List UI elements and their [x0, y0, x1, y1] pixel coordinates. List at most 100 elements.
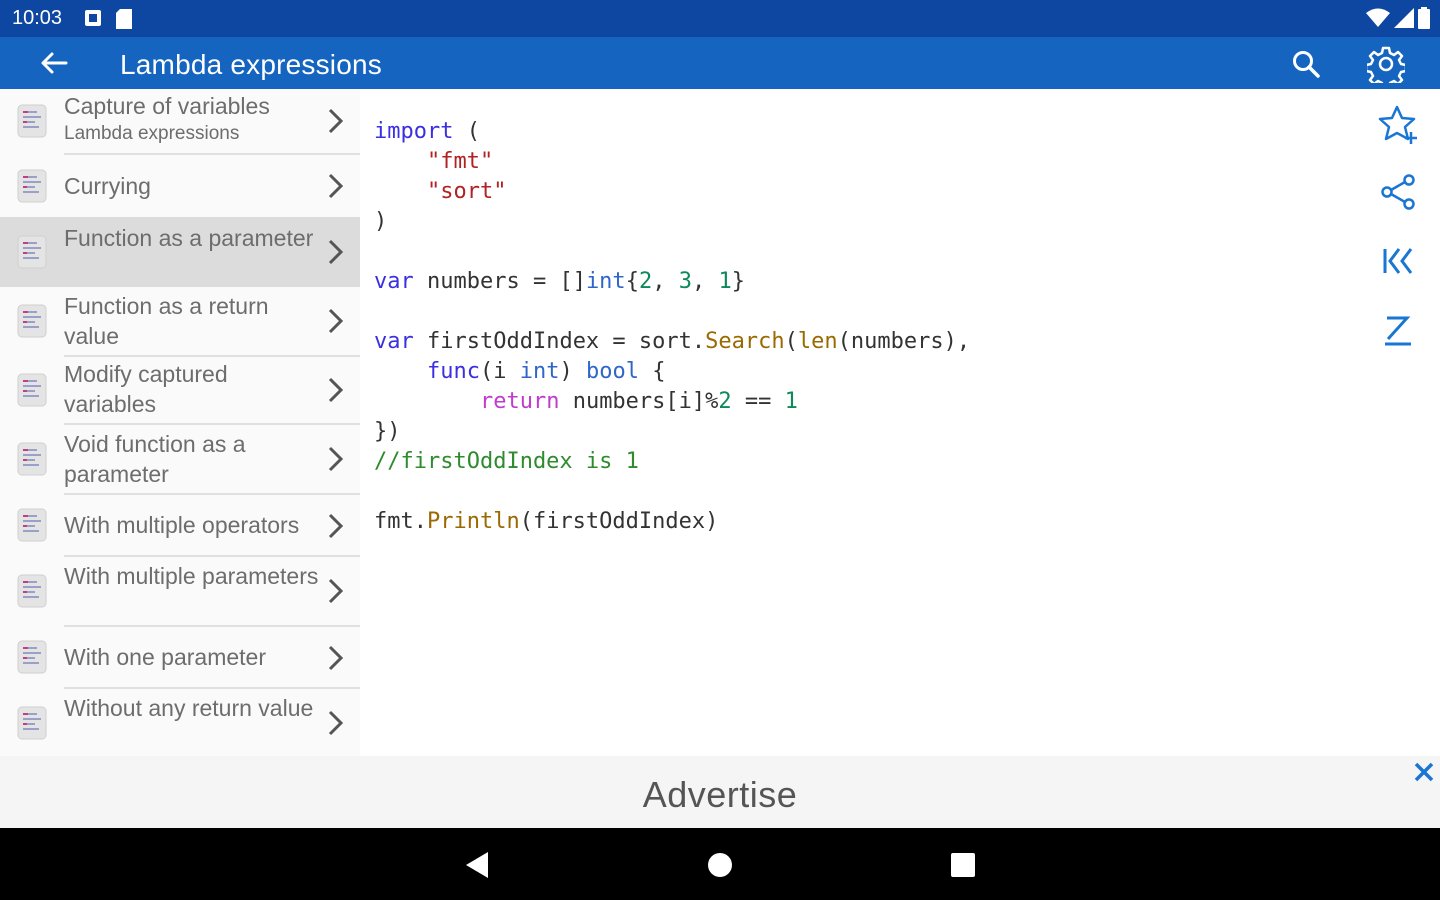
code-file-icon [16, 573, 48, 609]
code-file-icon [16, 372, 48, 408]
list-item[interactable]: Currying [0, 155, 360, 217]
code-token: }) [374, 419, 401, 444]
code-token: int [519, 359, 560, 384]
code-token: //firstOddIndex is 1 [374, 449, 639, 474]
code-line: //firstOddIndex is 1 [374, 447, 970, 477]
list-item[interactable]: Void function as a parameter [0, 425, 360, 493]
chevron-right-icon [324, 375, 348, 405]
back-button[interactable] [34, 45, 74, 81]
search-button[interactable] [1286, 44, 1326, 84]
item-label: Currying [64, 173, 151, 199]
code-token: , [652, 269, 679, 294]
code-token: func [426, 359, 480, 384]
code-token: 2 [718, 389, 732, 414]
skip-first-icon [1383, 248, 1413, 274]
gear-icon [1367, 46, 1405, 83]
code-token: } [731, 269, 745, 294]
chevron-right-icon [324, 708, 348, 738]
code-token: firstOddIndex = sort. [413, 329, 706, 354]
code-token: == [731, 389, 785, 414]
code-token: Search [705, 329, 785, 354]
sort-icon [1385, 316, 1411, 346]
code-line: import ( [374, 117, 970, 147]
sd-card-icon [116, 9, 132, 29]
topic-list: Capture of variables Lambda expressions C… [0, 89, 360, 756]
code-token: ( [453, 119, 480, 144]
wifi-icon [1366, 8, 1390, 27]
code-file-icon [16, 705, 48, 741]
chevron-right-icon [324, 643, 348, 673]
chevron-right-icon [324, 306, 348, 336]
code-token: { [638, 359, 666, 384]
ad-close-button[interactable] [1410, 758, 1438, 786]
list-item[interactable]: Without any return value [0, 689, 360, 756]
list-item[interactable]: With one parameter [0, 627, 360, 687]
item-label: Without any return value [64, 695, 314, 721]
code-token: var [374, 269, 414, 294]
list-item[interactable]: Modify captured variables [0, 357, 360, 423]
code-token: fmt. [374, 509, 427, 534]
code-line: return numbers[i]%2 == 1 [374, 387, 970, 417]
code-token: 3 [678, 269, 692, 294]
triangle-back-icon [466, 852, 488, 878]
code-token: { [625, 269, 639, 294]
app-bar: Lambda expressions [0, 37, 1440, 89]
ad-banner[interactable]: Advertise [0, 756, 1440, 828]
share-button[interactable] [1376, 170, 1420, 214]
code-line: var numbers = []int{2, 3, 1} [374, 267, 970, 297]
share-icon [1381, 174, 1415, 210]
settings-button[interactable] [1364, 42, 1408, 86]
code-line: fmt.Println(firstOddIndex) [374, 507, 970, 537]
chevron-right-icon [324, 106, 348, 136]
favorite-button[interactable] [1376, 103, 1420, 147]
nav-home-button[interactable] [703, 848, 737, 882]
notification-icon [85, 10, 101, 26]
item-label: Void function as a parameter [64, 431, 246, 487]
nav-back-button[interactable] [460, 848, 494, 882]
code-block: import ( "fmt" "sort") var numbers = []i… [374, 117, 970, 537]
code-token: int [585, 269, 626, 294]
code-token: var [374, 329, 414, 354]
ad-label: Advertise [642, 774, 798, 815]
signal-icon [1394, 8, 1414, 28]
sort-button[interactable] [1376, 308, 1420, 352]
code-token: 2 [638, 269, 653, 294]
chevron-right-icon [324, 237, 348, 267]
code-line: var firstOddIndex = sort.Search(len(numb… [374, 327, 970, 357]
code-line: }) [374, 417, 970, 447]
code-file-icon [16, 639, 48, 675]
list-item[interactable]: With multiple parameters [0, 557, 360, 625]
code-token: "fmt" [426, 149, 494, 174]
code-token: 1 [718, 269, 732, 294]
code-token: len [797, 329, 838, 354]
square-recents-icon [951, 853, 975, 877]
arrow-back-icon [41, 52, 68, 74]
code-token: return [479, 389, 560, 414]
search-icon [1293, 51, 1320, 78]
code-token: Println [426, 509, 520, 534]
code-token: , [691, 269, 719, 294]
list-item-selected[interactable]: Function as a parameter [0, 217, 360, 287]
code-token: (i [479, 359, 520, 384]
code-token: "sort" [426, 179, 507, 204]
list-item[interactable]: Capture of variables Lambda expressions [0, 89, 360, 153]
item-label: Function as a return value [64, 293, 269, 349]
close-icon [1414, 762, 1434, 782]
code-token: ( [784, 329, 798, 354]
code-file-icon [16, 168, 48, 204]
go-to-first-button[interactable] [1376, 239, 1420, 283]
page-title: Lambda expressions [120, 49, 382, 80]
item-label: With multiple operators [64, 512, 300, 538]
nav-recents-button[interactable] [946, 848, 980, 882]
code-line: "sort" [374, 177, 970, 207]
chevron-right-icon [324, 444, 348, 474]
status-bar: 10:03 [0, 0, 1440, 37]
list-item[interactable]: With multiple operators [0, 495, 360, 555]
code-token: bool [585, 359, 639, 384]
list-item[interactable]: Function as a return value [0, 287, 360, 355]
item-label: Function as a parameter [64, 225, 314, 251]
